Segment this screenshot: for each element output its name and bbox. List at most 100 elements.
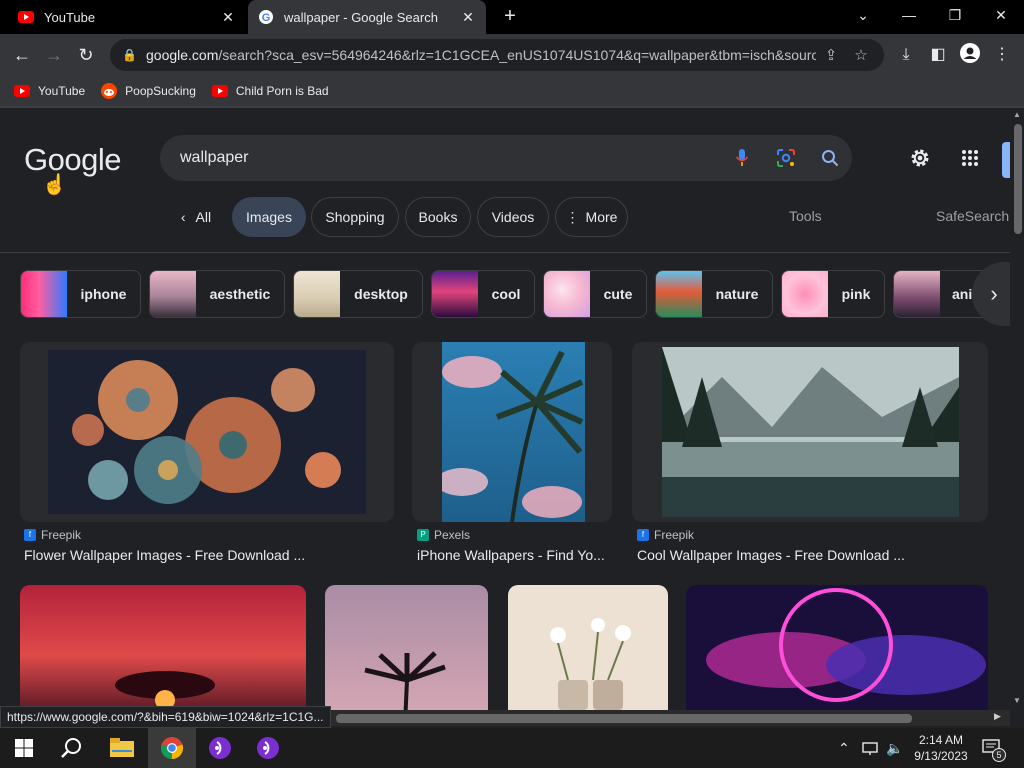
image-result-card[interactable]: [325, 585, 488, 710]
forward-icon[interactable]: →: [42, 43, 66, 67]
more-dots-icon: ⋮: [565, 208, 580, 225]
scroll-right-icon[interactable]: ▶: [994, 711, 1001, 722]
network-icon[interactable]: [862, 728, 878, 768]
bookmark-star-icon[interactable]: ☆: [846, 46, 876, 64]
related-chip-cute[interactable]: cute: [543, 270, 647, 318]
sign-in-edge[interactable]: [1002, 142, 1010, 178]
lock-icon[interactable]: 🔒: [122, 48, 137, 62]
related-thumbnail: [544, 271, 590, 317]
freepik-icon: f: [24, 529, 36, 541]
side-panel-icon[interactable]: ◧: [926, 43, 950, 67]
lens-search-icon[interactable]: [764, 136, 808, 180]
horizontal-scroll-thumb[interactable]: [336, 714, 912, 723]
related-chip-pink[interactable]: pink: [781, 270, 885, 318]
bookmark-youtube[interactable]: YouTube: [14, 83, 85, 99]
flowers-boots-photo: [508, 585, 668, 710]
neon-ring-clouds-photo: [686, 585, 988, 710]
settings-gear-icon[interactable]: [908, 146, 932, 170]
result-title[interactable]: Cool Wallpaper Images - Free Download ..…: [637, 547, 905, 563]
reload-icon[interactable]: ↻: [74, 43, 98, 67]
image-result-card[interactable]: [508, 585, 668, 710]
related-chip-cool[interactable]: cool: [431, 270, 535, 318]
chrome-taskbar-icon[interactable]: [148, 728, 196, 768]
freepik-icon: f: [637, 529, 649, 541]
youtube-icon: [18, 9, 34, 25]
image-result-thumbnail: [48, 350, 366, 514]
tray-expand-icon[interactable]: ⌃: [838, 728, 850, 768]
bookmark-label: Child Porn is Bad: [235, 84, 329, 98]
menu-kebab-icon[interactable]: ⋮: [990, 43, 1014, 67]
result-source[interactable]: f Freepik: [24, 528, 305, 542]
result-source[interactable]: f Freepik: [637, 528, 905, 542]
mountain-lake-photo: [662, 347, 959, 517]
tab-google-search[interactable]: G wallpaper - Google Search ✕: [248, 0, 486, 34]
related-label: cute: [603, 286, 633, 302]
back-icon[interactable]: ←: [10, 43, 34, 67]
minimize-icon[interactable]: —: [886, 0, 932, 30]
palm-sky-photo: [436, 342, 585, 522]
new-tab-button[interactable]: +: [498, 5, 522, 29]
tab-images[interactable]: Images: [232, 197, 306, 237]
address-bar[interactable]: 🔒 google.com/search?sca_esv=564964246&rl…: [110, 39, 884, 71]
related-chip-iphone[interactable]: iphone: [20, 270, 141, 318]
image-result-card[interactable]: [20, 342, 394, 522]
palm-silhouette-photo: [325, 585, 488, 710]
close-tab-icon[interactable]: ✕: [220, 9, 236, 26]
google-logo[interactable]: Google: [24, 142, 121, 178]
image-result-card[interactable]: [20, 585, 306, 710]
related-label: cool: [491, 286, 521, 302]
close-tab-icon[interactable]: ✕: [460, 9, 476, 26]
volume-icon[interactable]: 🔈: [886, 728, 903, 768]
related-chip-aesthetic[interactable]: aesthetic: [149, 270, 285, 318]
profile-avatar-icon[interactable]: [958, 43, 982, 67]
youtube-icon: [14, 83, 30, 99]
safesearch-button[interactable]: SafeSearch: [936, 208, 1009, 224]
bookmark-child-porn-is-bad[interactable]: Child Porn is Bad: [211, 83, 329, 99]
flower-illustration: [48, 350, 366, 514]
image-result-thumbnail: [662, 347, 959, 517]
tools-button[interactable]: Tools: [789, 208, 822, 224]
result-source[interactable]: P Pexels: [417, 528, 605, 542]
related-chip-nature[interactable]: nature: [655, 270, 773, 318]
scroll-up-icon[interactable]: ▲: [1013, 110, 1021, 119]
image-result-card[interactable]: [412, 342, 612, 522]
search-input[interactable]: wallpaper: [180, 149, 720, 167]
search-filter-tabs: ‹ All Images Shopping Books Videos ⋮ More …: [0, 197, 1010, 237]
tab-more[interactable]: ⋮ More: [555, 197, 628, 237]
tab-books[interactable]: Books: [405, 197, 471, 237]
google-icon: G: [258, 9, 274, 25]
tab-search-icon[interactable]: ⌄: [840, 0, 886, 30]
share-icon[interactable]: ⇪: [816, 46, 846, 64]
taskbar-search-icon[interactable]: [48, 728, 96, 768]
voice-search-icon[interactable]: [720, 136, 764, 180]
restore-icon[interactable]: ❐: [932, 0, 978, 30]
file-explorer-icon[interactable]: [98, 728, 146, 768]
related-label: desktop: [354, 286, 408, 302]
media-app-icon[interactable]: [244, 728, 292, 768]
media-app-icon[interactable]: [196, 728, 244, 768]
related-label: aesthetic: [209, 286, 271, 302]
google-apps-icon[interactable]: [958, 146, 982, 170]
result-title[interactable]: iPhone Wallpapers - Find Yo...: [417, 547, 605, 563]
bookmark-poopsucking[interactable]: PoopSucking: [101, 83, 196, 99]
search-box[interactable]: wallpaper: [160, 135, 852, 181]
result-title[interactable]: Flower Wallpaper Images - Free Download …: [24, 547, 305, 563]
tab-videos[interactable]: Videos: [477, 197, 549, 237]
related-chip-desktop[interactable]: desktop: [293, 270, 423, 318]
notification-icon[interactable]: 5: [982, 728, 1006, 768]
search-icon[interactable]: [808, 136, 852, 180]
vertical-scroll-thumb[interactable]: [1014, 124, 1022, 234]
scroll-down-icon[interactable]: ▼: [1013, 696, 1021, 705]
close-window-icon[interactable]: ✕: [978, 0, 1024, 30]
link-status-bar: https://www.google.com/?&bih=619&biw=102…: [0, 706, 331, 728]
vertical-scrollbar[interactable]: ▲ ▼: [1010, 108, 1024, 710]
tab-all[interactable]: ‹ All: [166, 197, 226, 237]
tab-youtube[interactable]: YouTube ✕: [8, 0, 246, 34]
windows-start-icon[interactable]: [0, 728, 48, 768]
image-result-card[interactable]: [686, 585, 988, 710]
browser-toolbar: ← → ↻ 🔒 google.com/search?sca_esv=564964…: [0, 34, 1024, 76]
tab-shopping[interactable]: Shopping: [311, 197, 399, 237]
image-result-card[interactable]: [632, 342, 988, 522]
system-clock[interactable]: 2:14 AM 9/13/2023: [906, 732, 976, 764]
download-icon[interactable]: ⤓: [894, 43, 918, 67]
